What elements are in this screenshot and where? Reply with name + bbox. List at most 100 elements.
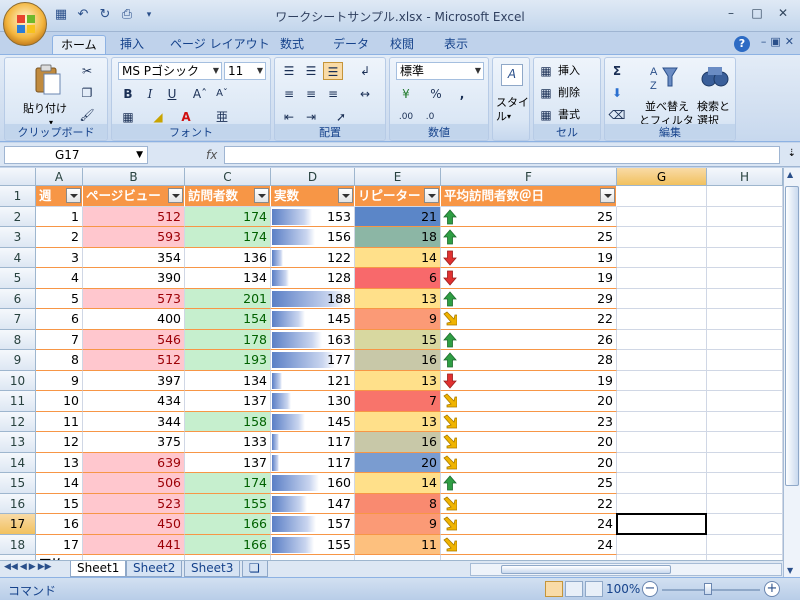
row-header[interactable]: 12 (0, 411, 36, 432)
table-cell[interactable]: 397 (83, 370, 185, 391)
column-header[interactable]: H (707, 168, 783, 186)
filter-dropdown-icon[interactable] (600, 188, 615, 203)
table-cell[interactable]: 24 (441, 514, 617, 535)
grid-cell[interactable] (617, 370, 707, 391)
table-cell[interactable]: 136 (185, 247, 271, 268)
close-button[interactable]: ✕ (770, 4, 796, 22)
normal-view-icon[interactable] (545, 581, 563, 597)
fill-icon[interactable]: ⬇ (607, 84, 627, 102)
align-right-icon[interactable]: ≡ (323, 85, 343, 103)
table-cell[interactable]: 6 (36, 309, 83, 330)
table-cell[interactable]: 130 (271, 391, 355, 412)
table-cell[interactable]: 145 (271, 309, 355, 330)
grid-cell[interactable] (617, 186, 707, 207)
horizontal-scrollbar[interactable] (470, 563, 782, 576)
table-header-cell[interactable]: ページビュー (83, 186, 185, 207)
merge-center-icon[interactable]: ↔ (355, 85, 375, 103)
row-header[interactable]: 1 (0, 186, 36, 207)
row-header[interactable]: 8 (0, 329, 36, 350)
horizontal-scroll-thumb[interactable] (501, 565, 671, 574)
grid-cell[interactable] (617, 247, 707, 268)
table-cell[interactable]: 153 (271, 206, 355, 227)
table-cell[interactable]: 573 (83, 288, 185, 309)
table-cell[interactable]: 193 (185, 350, 271, 371)
table-cell[interactable]: 3 (36, 247, 83, 268)
table-cell[interactable]: 121 (271, 370, 355, 391)
grid-cell[interactable] (707, 370, 783, 391)
table-cell[interactable]: 25 (441, 473, 617, 494)
table-cell[interactable]: 506 (83, 473, 185, 494)
row-header[interactable]: 13 (0, 432, 36, 453)
table-cell[interactable]: 639 (83, 452, 185, 473)
paste-icon[interactable] (33, 64, 63, 96)
filter-dropdown-icon[interactable] (168, 188, 183, 203)
table-cell[interactable]: 4 (36, 268, 83, 289)
table-cell[interactable]: 15 (36, 493, 83, 514)
row-header[interactable]: 16 (0, 493, 36, 514)
insert-cells-icon[interactable]: ▦ (536, 62, 556, 80)
row-header[interactable]: 9 (0, 350, 36, 371)
table-cell[interactable]: 24 (441, 534, 617, 555)
table-cell[interactable]: 166 (185, 514, 271, 535)
zoom-slider-knob[interactable] (704, 583, 712, 595)
table-cell[interactable]: 29 (441, 288, 617, 309)
filter-dropdown-icon[interactable] (66, 188, 81, 203)
name-box[interactable]: G17 ▼ (4, 146, 148, 164)
table-cell[interactable]: 117 (271, 452, 355, 473)
table-cell[interactable]: 174 (185, 206, 271, 227)
minimize-button[interactable]: – (718, 4, 744, 22)
font-name-combo[interactable]: MS Pゴシック ▼ (118, 62, 222, 80)
grid-cell[interactable] (707, 452, 783, 473)
office-button[interactable] (3, 2, 47, 46)
grid-cell[interactable] (707, 514, 783, 535)
table-cell[interactable]: 20 (441, 432, 617, 453)
grid-cell[interactable] (707, 493, 783, 514)
table-cell[interactable]: 22 (441, 309, 617, 330)
table-cell[interactable]: 13 (355, 288, 441, 309)
bold-icon[interactable]: B (118, 85, 138, 103)
row-header[interactable]: 11 (0, 391, 36, 412)
formula-input[interactable] (224, 146, 780, 164)
column-header[interactable]: B (83, 168, 185, 186)
tab-home[interactable]: ホーム (52, 35, 106, 54)
grid-cell[interactable] (707, 350, 783, 371)
align-bottom-icon[interactable]: ☰ (323, 62, 343, 80)
table-cell[interactable]: 20 (441, 391, 617, 412)
table-cell[interactable]: 512 (83, 206, 185, 227)
cut-icon[interactable]: ✂ (77, 62, 97, 80)
table-cell[interactable]: 133 (185, 432, 271, 453)
workbook-minimize-icon[interactable]: – (761, 35, 767, 48)
last-sheet-icon[interactable]: ▶▶ (38, 562, 52, 572)
align-center-icon[interactable]: ≡ (301, 85, 321, 103)
clear-icon[interactable]: ⌫ (607, 106, 627, 124)
table-header-cell[interactable]: 平均訪問者数＠日 (441, 186, 617, 207)
row-header[interactable]: 7 (0, 309, 36, 330)
grid-cell[interactable] (707, 247, 783, 268)
table-cell[interactable]: 14 (355, 247, 441, 268)
grid-cell[interactable] (707, 329, 783, 350)
column-header[interactable]: D (271, 168, 355, 186)
delete-cells-button[interactable]: 削除 (558, 86, 580, 100)
sheet-tab-sheet2[interactable]: Sheet2 (126, 561, 183, 577)
table-cell[interactable]: 7 (355, 391, 441, 412)
tab-review[interactable]: 校閲 (382, 35, 422, 54)
zoom-in-icon[interactable]: + (764, 581, 780, 597)
table-cell[interactable]: 14 (36, 473, 83, 494)
row-header[interactable]: 4 (0, 247, 36, 268)
column-header[interactable]: F (441, 168, 617, 186)
insert-cells-button[interactable]: 挿入 (558, 64, 580, 78)
table-cell[interactable]: 20 (355, 452, 441, 473)
tab-page-layout[interactable]: ページ レイアウト (162, 35, 278, 54)
table-cell[interactable]: 9 (355, 309, 441, 330)
table-cell[interactable]: 137 (185, 452, 271, 473)
grid-cell[interactable] (617, 206, 707, 227)
table-cell[interactable]: 174 (185, 227, 271, 248)
table-cell[interactable]: 7 (36, 329, 83, 350)
sort-button[interactable]: 並べ替え (645, 100, 689, 114)
row-header[interactable]: 5 (0, 268, 36, 289)
filter-dropdown-icon[interactable] (424, 188, 439, 203)
grid-cell[interactable] (707, 309, 783, 330)
table-cell[interactable]: 14 (355, 473, 441, 494)
table-cell[interactable]: 546 (83, 329, 185, 350)
grid-cell[interactable] (707, 206, 783, 227)
